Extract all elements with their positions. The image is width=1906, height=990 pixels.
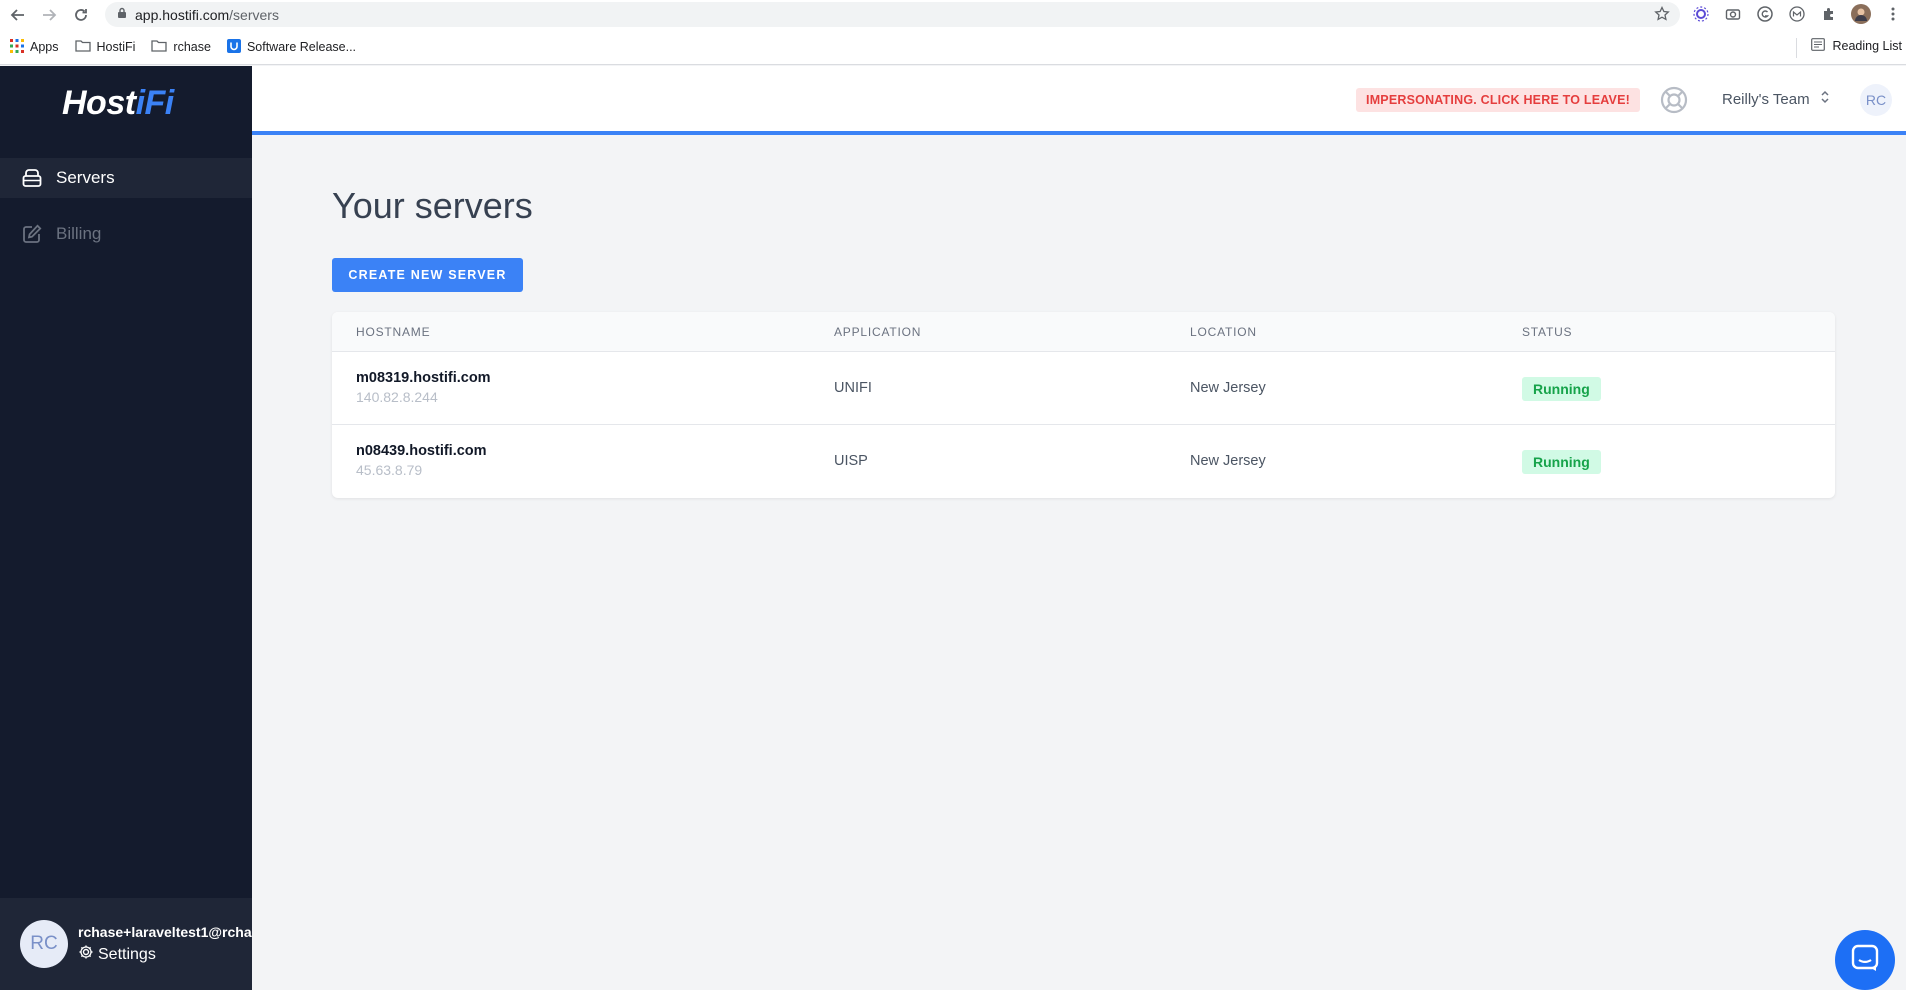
servers-table: HOSTNAME APPLICATION LOCATION STATUS m08… — [332, 312, 1835, 498]
application-cell: UISP — [834, 453, 868, 469]
sidebar: HostiFi Servers Billing RC rchase+larave… — [0, 66, 252, 990]
profile-avatar-icon[interactable] — [1850, 3, 1872, 25]
bookmarks-divider — [1796, 38, 1797, 58]
bookmark-label: rchase — [173, 40, 211, 54]
avatar[interactable]: RC — [20, 920, 68, 968]
chevron-up-down-icon — [1820, 90, 1830, 108]
reading-list-label: Reading List — [1832, 39, 1903, 53]
puzzle-icon[interactable] — [1818, 3, 1840, 25]
create-new-server-button[interactable]: CREATE NEW SERVER — [332, 258, 523, 292]
app-header: IMPERSONATING. CLICK HERE TO LEAVE! Reil… — [252, 66, 1906, 135]
forward-arrow-icon[interactable] — [37, 3, 61, 27]
hostifi-logo[interactable]: HostiFi — [62, 84, 174, 123]
address-bar[interactable]: app.hostifi.com/servers — [105, 2, 1680, 27]
url-text: app.hostifi.com/servers — [135, 6, 279, 23]
bookmark-hostifi[interactable]: HostiFi — [74, 39, 136, 55]
location-cell: New Jersey — [1190, 380, 1266, 396]
browser-toolbar: app.hostifi.com/servers — [0, 0, 1906, 30]
hostname-cell: n08439.hostifi.com 45.63.8.79 — [356, 443, 487, 478]
apps-grid-icon — [10, 38, 24, 56]
bookmarks-bar: Apps HostiFi rchase Software Release... … — [0, 30, 1906, 65]
bookmark-software-release[interactable]: Software Release... — [226, 38, 357, 56]
sidebar-user-panel: RC rchase+laraveltest1@rcha Settings — [0, 898, 252, 990]
extension-gear-icon[interactable] — [1690, 3, 1712, 25]
grammarly-icon[interactable] — [1754, 3, 1776, 25]
camera-icon[interactable] — [1722, 3, 1744, 25]
column-header-location: LOCATION — [1190, 325, 1257, 339]
back-arrow-icon[interactable] — [6, 3, 30, 27]
extensions-area — [1690, 3, 1904, 25]
status-badge: Running — [1522, 450, 1601, 474]
column-header-application: APPLICATION — [834, 325, 922, 339]
location-cell: New Jersey — [1190, 453, 1266, 469]
bookmark-apps[interactable]: Apps — [10, 38, 59, 56]
ubiquiti-icon — [226, 38, 241, 56]
hostname-cell: m08319.hostifi.com 140.82.8.244 — [356, 370, 491, 405]
bookmark-label: Software Release... — [246, 40, 357, 54]
sidebar-item-label: Billing — [56, 224, 102, 243]
settings-label: Settings — [98, 945, 156, 963]
user-email: rchase+laraveltest1@rcha — [78, 924, 252, 940]
team-name: Reilly's Team — [1722, 90, 1810, 108]
bookmark-label: Apps — [30, 40, 59, 54]
chat-icon — [1850, 943, 1880, 978]
help-lifebuoy-icon[interactable] — [1660, 86, 1688, 114]
sidebar-item-billing[interactable]: Billing — [0, 214, 252, 254]
table-header: HOSTNAME APPLICATION LOCATION STATUS — [332, 312, 1835, 352]
edit-icon — [20, 222, 44, 246]
team-selector[interactable]: Reilly's Team — [1722, 90, 1830, 108]
ip-address: 140.82.8.244 — [356, 389, 438, 405]
impersonation-banner[interactable]: IMPERSONATING. CLICK HERE TO LEAVE! — [1356, 88, 1640, 112]
reload-icon[interactable] — [69, 3, 93, 27]
application-cell: UNIFI — [834, 380, 872, 396]
sidebar-item-label: Servers — [56, 168, 115, 187]
table-row[interactable]: n08439.hostifi.com 45.63.8.79 UISP New J… — [332, 425, 1835, 498]
server-icon — [20, 166, 44, 190]
ip-address: 45.63.8.79 — [356, 462, 423, 478]
extension-m-icon[interactable] — [1786, 3, 1808, 25]
table-row[interactable]: m08319.hostifi.com 140.82.8.244 UNIFI Ne… — [332, 352, 1835, 425]
hostname[interactable]: n08439.hostifi.com — [356, 443, 487, 459]
reading-list-button[interactable]: Reading List — [1810, 38, 1903, 54]
browser-menu-icon[interactable] — [1882, 3, 1904, 25]
settings-link[interactable]: Settings — [78, 944, 156, 965]
gear-icon — [78, 944, 94, 965]
bookmark-rchase[interactable]: rchase — [151, 39, 211, 55]
column-header-hostname: HOSTNAME — [356, 325, 431, 339]
chat-launcher-button[interactable] — [1835, 930, 1895, 990]
column-header-status: STATUS — [1522, 325, 1573, 339]
bookmark-star-icon[interactable] — [1654, 5, 1670, 27]
status-badge: Running — [1522, 377, 1601, 401]
hostname[interactable]: m08319.hostifi.com — [356, 370, 491, 386]
lock-icon — [117, 6, 127, 24]
reading-list-icon — [1810, 38, 1825, 54]
page-title: Your servers — [332, 185, 533, 226]
bookmark-label: HostiFi — [96, 40, 136, 54]
sidebar-item-servers[interactable]: Servers — [0, 158, 252, 198]
folder-icon — [151, 39, 168, 55]
folder-icon — [74, 39, 91, 55]
header-avatar[interactable]: RC — [1860, 84, 1892, 116]
